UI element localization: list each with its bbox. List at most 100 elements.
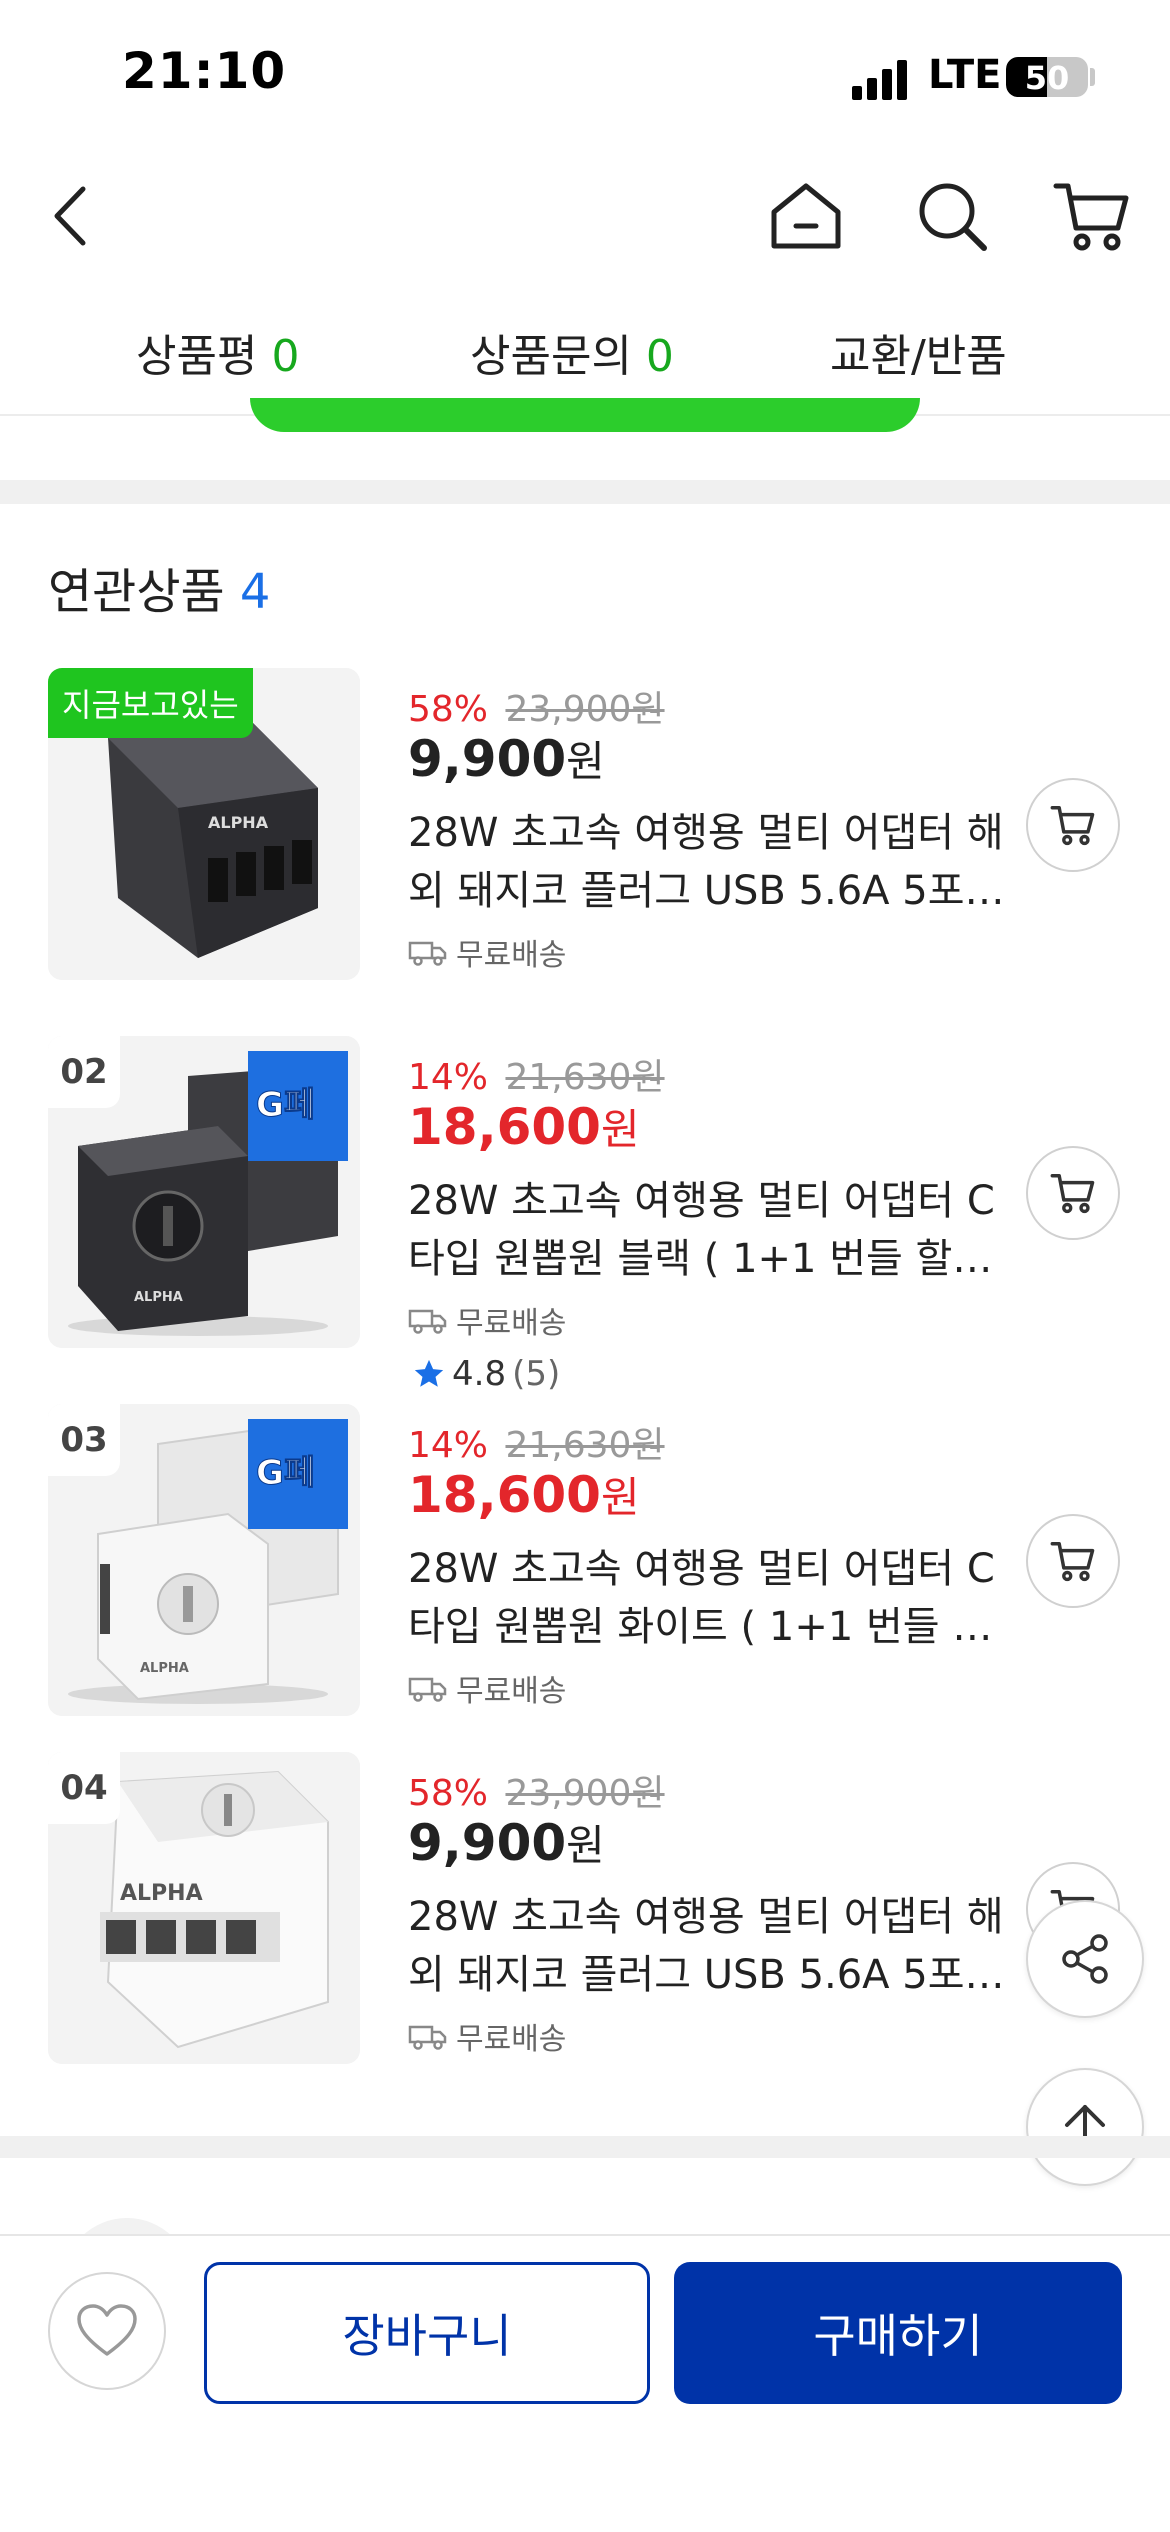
original-price: 23,900원 xyxy=(505,689,665,730)
truck-icon xyxy=(408,1309,447,1334)
add-to-cart-main-button[interactable]: 장바구니 xyxy=(204,2262,650,2404)
rating-value: 4.8 xyxy=(452,1354,507,1394)
free-shipping: 무료배송 xyxy=(408,2014,566,2058)
nav-bar xyxy=(0,160,1170,270)
truck-icon xyxy=(408,941,447,966)
rank-number: 04 xyxy=(48,1752,120,1824)
tab-returns[interactable]: 교환/반품 xyxy=(830,320,1007,384)
discount-row: 14% 21,630원 xyxy=(408,1048,665,1100)
svg-text:ALPHA: ALPHA xyxy=(140,1661,189,1676)
product-title-line: 타입 원뽑원 블랙 ( 1+1 번들 할인 ) xyxy=(408,1236,1008,1282)
price-value: 9,900 xyxy=(408,730,567,788)
currently-viewing-badge: 지금보고있는 xyxy=(48,668,253,738)
related-product-item[interactable]: ALPHA G페 02 14% 21,630원 18,600원 28W 초고속 … xyxy=(0,1036,1170,1394)
product-title[interactable]: 28W 초고속 여행용 멀티 어댑터 C 타입 원뽑원 화이트 ( 1+1 번들… xyxy=(408,1540,1008,1656)
cart-icon xyxy=(1050,1174,1095,1214)
battery-level: 50 xyxy=(1024,59,1070,97)
product-title-line: 28W 초고속 여행용 멀티 어댑터 해 xyxy=(408,1894,1004,1940)
free-shipping: 무료배송 xyxy=(408,1298,566,1342)
related-products-title: 연관상품 4 xyxy=(48,552,270,622)
price-currency: 원 xyxy=(600,1473,640,1522)
truck-icon xyxy=(408,1677,447,1702)
related-product-item[interactable]: ALPHA G페 03 14% 21,630원 18,600원 28W 초고속 … xyxy=(0,1404,1170,1744)
battery-icon: 50 xyxy=(1006,57,1088,97)
shipping-label: 무료배송 xyxy=(456,1306,567,1341)
price-currency: 원 xyxy=(566,737,605,786)
price-value: 9,900 xyxy=(408,1814,567,1872)
discount-row: 58% 23,900원 xyxy=(408,680,665,732)
product-title-line: 28W 초고속 여행용 멀티 어댑터 C xyxy=(408,1546,995,1592)
tab-label: 상품평 xyxy=(136,331,258,382)
share-button[interactable] xyxy=(1026,1900,1144,2018)
product-image[interactable]: ALPHA 04 xyxy=(48,1752,360,2064)
product-image[interactable]: ALPHA 지금보고있는 xyxy=(48,668,360,980)
shipping-label: 무료배송 xyxy=(456,2022,567,2057)
free-shipping: 무료배송 xyxy=(408,1666,566,1710)
sale-price: 18,600원 xyxy=(408,1096,640,1157)
status-time: 21:10 xyxy=(122,42,287,100)
battery-cap xyxy=(1090,68,1095,86)
free-shipping: 무료배송 xyxy=(408,930,566,974)
svg-text:ALPHA: ALPHA xyxy=(120,1881,203,1906)
tab-label: 상품문의 xyxy=(470,331,632,382)
product-title[interactable]: 28W 초고속 여행용 멀티 어댑터 해 외 돼지코 플러그 USB 5.6A … xyxy=(408,1888,1008,2004)
product-rating: 4.8 (5) xyxy=(412,1354,560,1394)
section-divider xyxy=(0,480,1170,504)
green-button-edge[interactable] xyxy=(250,398,920,432)
tab-reviews[interactable]: 상품평 0 xyxy=(136,320,299,384)
add-to-cart-button[interactable] xyxy=(1026,778,1120,872)
rank-number: 03 xyxy=(48,1404,120,1476)
home-icon[interactable] xyxy=(766,176,846,256)
product-title[interactable]: 28W 초고속 여행용 멀티 어댑터 해 외 돼지코 플러그 USB 5.6A … xyxy=(408,804,1008,920)
svg-text:G페: G페 xyxy=(256,1453,315,1493)
signal-icon xyxy=(852,60,907,100)
scroll-top-button[interactable] xyxy=(1026,2068,1144,2186)
product-title-line: 타입 원뽑원 화이트 ( 1+1 번들 할인 ) xyxy=(408,1604,1008,1650)
truck-icon xyxy=(408,2025,447,2050)
related-product-item[interactable]: ALPHA 지금보고있는 58% 23,900원 9,900원 28W 초고속 … xyxy=(0,668,1170,1008)
discount-rate: 58% xyxy=(408,1773,489,1814)
add-to-cart-button[interactable] xyxy=(1026,1514,1120,1608)
tab-count: 0 xyxy=(271,331,300,382)
rating-count: (5) xyxy=(512,1354,561,1394)
price-currency: 원 xyxy=(600,1105,640,1154)
share-icon xyxy=(1062,1934,1108,1984)
svg-text:G페: G페 xyxy=(256,1085,315,1125)
cart-icon xyxy=(1050,806,1095,846)
product-title-line: 외 돼지코 플러그 USB 5.6A 5포트 블랙 xyxy=(408,868,1008,914)
product-image[interactable]: ALPHA G페 03 xyxy=(48,1404,360,1716)
product-title-line: 28W 초고속 여행용 멀티 어댑터 C xyxy=(408,1178,995,1224)
add-to-cart-button[interactable] xyxy=(1026,1146,1120,1240)
original-price: 21,630원 xyxy=(505,1057,665,1098)
svg-text:ALPHA: ALPHA xyxy=(208,813,269,832)
price-value: 18,600 xyxy=(408,1466,601,1524)
related-product-item[interactable]: ALPHA 04 58% 23,900원 9,900원 28W 초고속 여행용 … xyxy=(0,1752,1170,2092)
sale-price: 18,600원 xyxy=(408,1464,640,1525)
network-type: LTE xyxy=(928,52,1002,98)
price-value: 18,600 xyxy=(408,1098,601,1156)
section-title-label: 연관상품 xyxy=(48,564,225,620)
discount-row: 14% 21,630원 xyxy=(408,1416,665,1468)
tab-inquiries[interactable]: 상품문의 0 xyxy=(470,320,674,384)
svg-text:ALPHA: ALPHA xyxy=(134,1290,183,1305)
wishlist-button[interactable] xyxy=(48,2272,166,2390)
search-icon[interactable] xyxy=(912,176,992,256)
original-price: 21,630원 xyxy=(505,1425,665,1466)
product-image[interactable]: ALPHA G페 02 xyxy=(48,1036,360,1348)
back-icon[interactable] xyxy=(30,176,110,256)
status-bar: 21:10 LTE 50 xyxy=(0,0,1170,150)
cart-icon xyxy=(1050,1542,1095,1582)
sale-price: 9,900원 xyxy=(408,1812,605,1873)
discount-rate: 14% xyxy=(408,1425,489,1466)
cart-icon[interactable] xyxy=(1052,176,1132,256)
buy-now-button[interactable]: 구매하기 xyxy=(674,2262,1122,2404)
product-title-line: 외 돼지코 플러그 USB 5.6A 5포트 화이트 xyxy=(408,1952,1008,1998)
product-title[interactable]: 28W 초고속 여행용 멀티 어댑터 C 타입 원뽑원 블랙 ( 1+1 번들 … xyxy=(408,1172,1008,1288)
original-price: 23,900원 xyxy=(505,1773,665,1814)
tab-label: 교환/반품 xyxy=(830,331,1007,382)
star-icon xyxy=(414,1359,444,1387)
discount-row: 58% 23,900원 xyxy=(408,1764,665,1816)
rank-number: 02 xyxy=(48,1036,120,1108)
product-title-line: 28W 초고속 여행용 멀티 어댑터 해 xyxy=(408,810,1004,856)
section-count: 4 xyxy=(239,564,271,620)
